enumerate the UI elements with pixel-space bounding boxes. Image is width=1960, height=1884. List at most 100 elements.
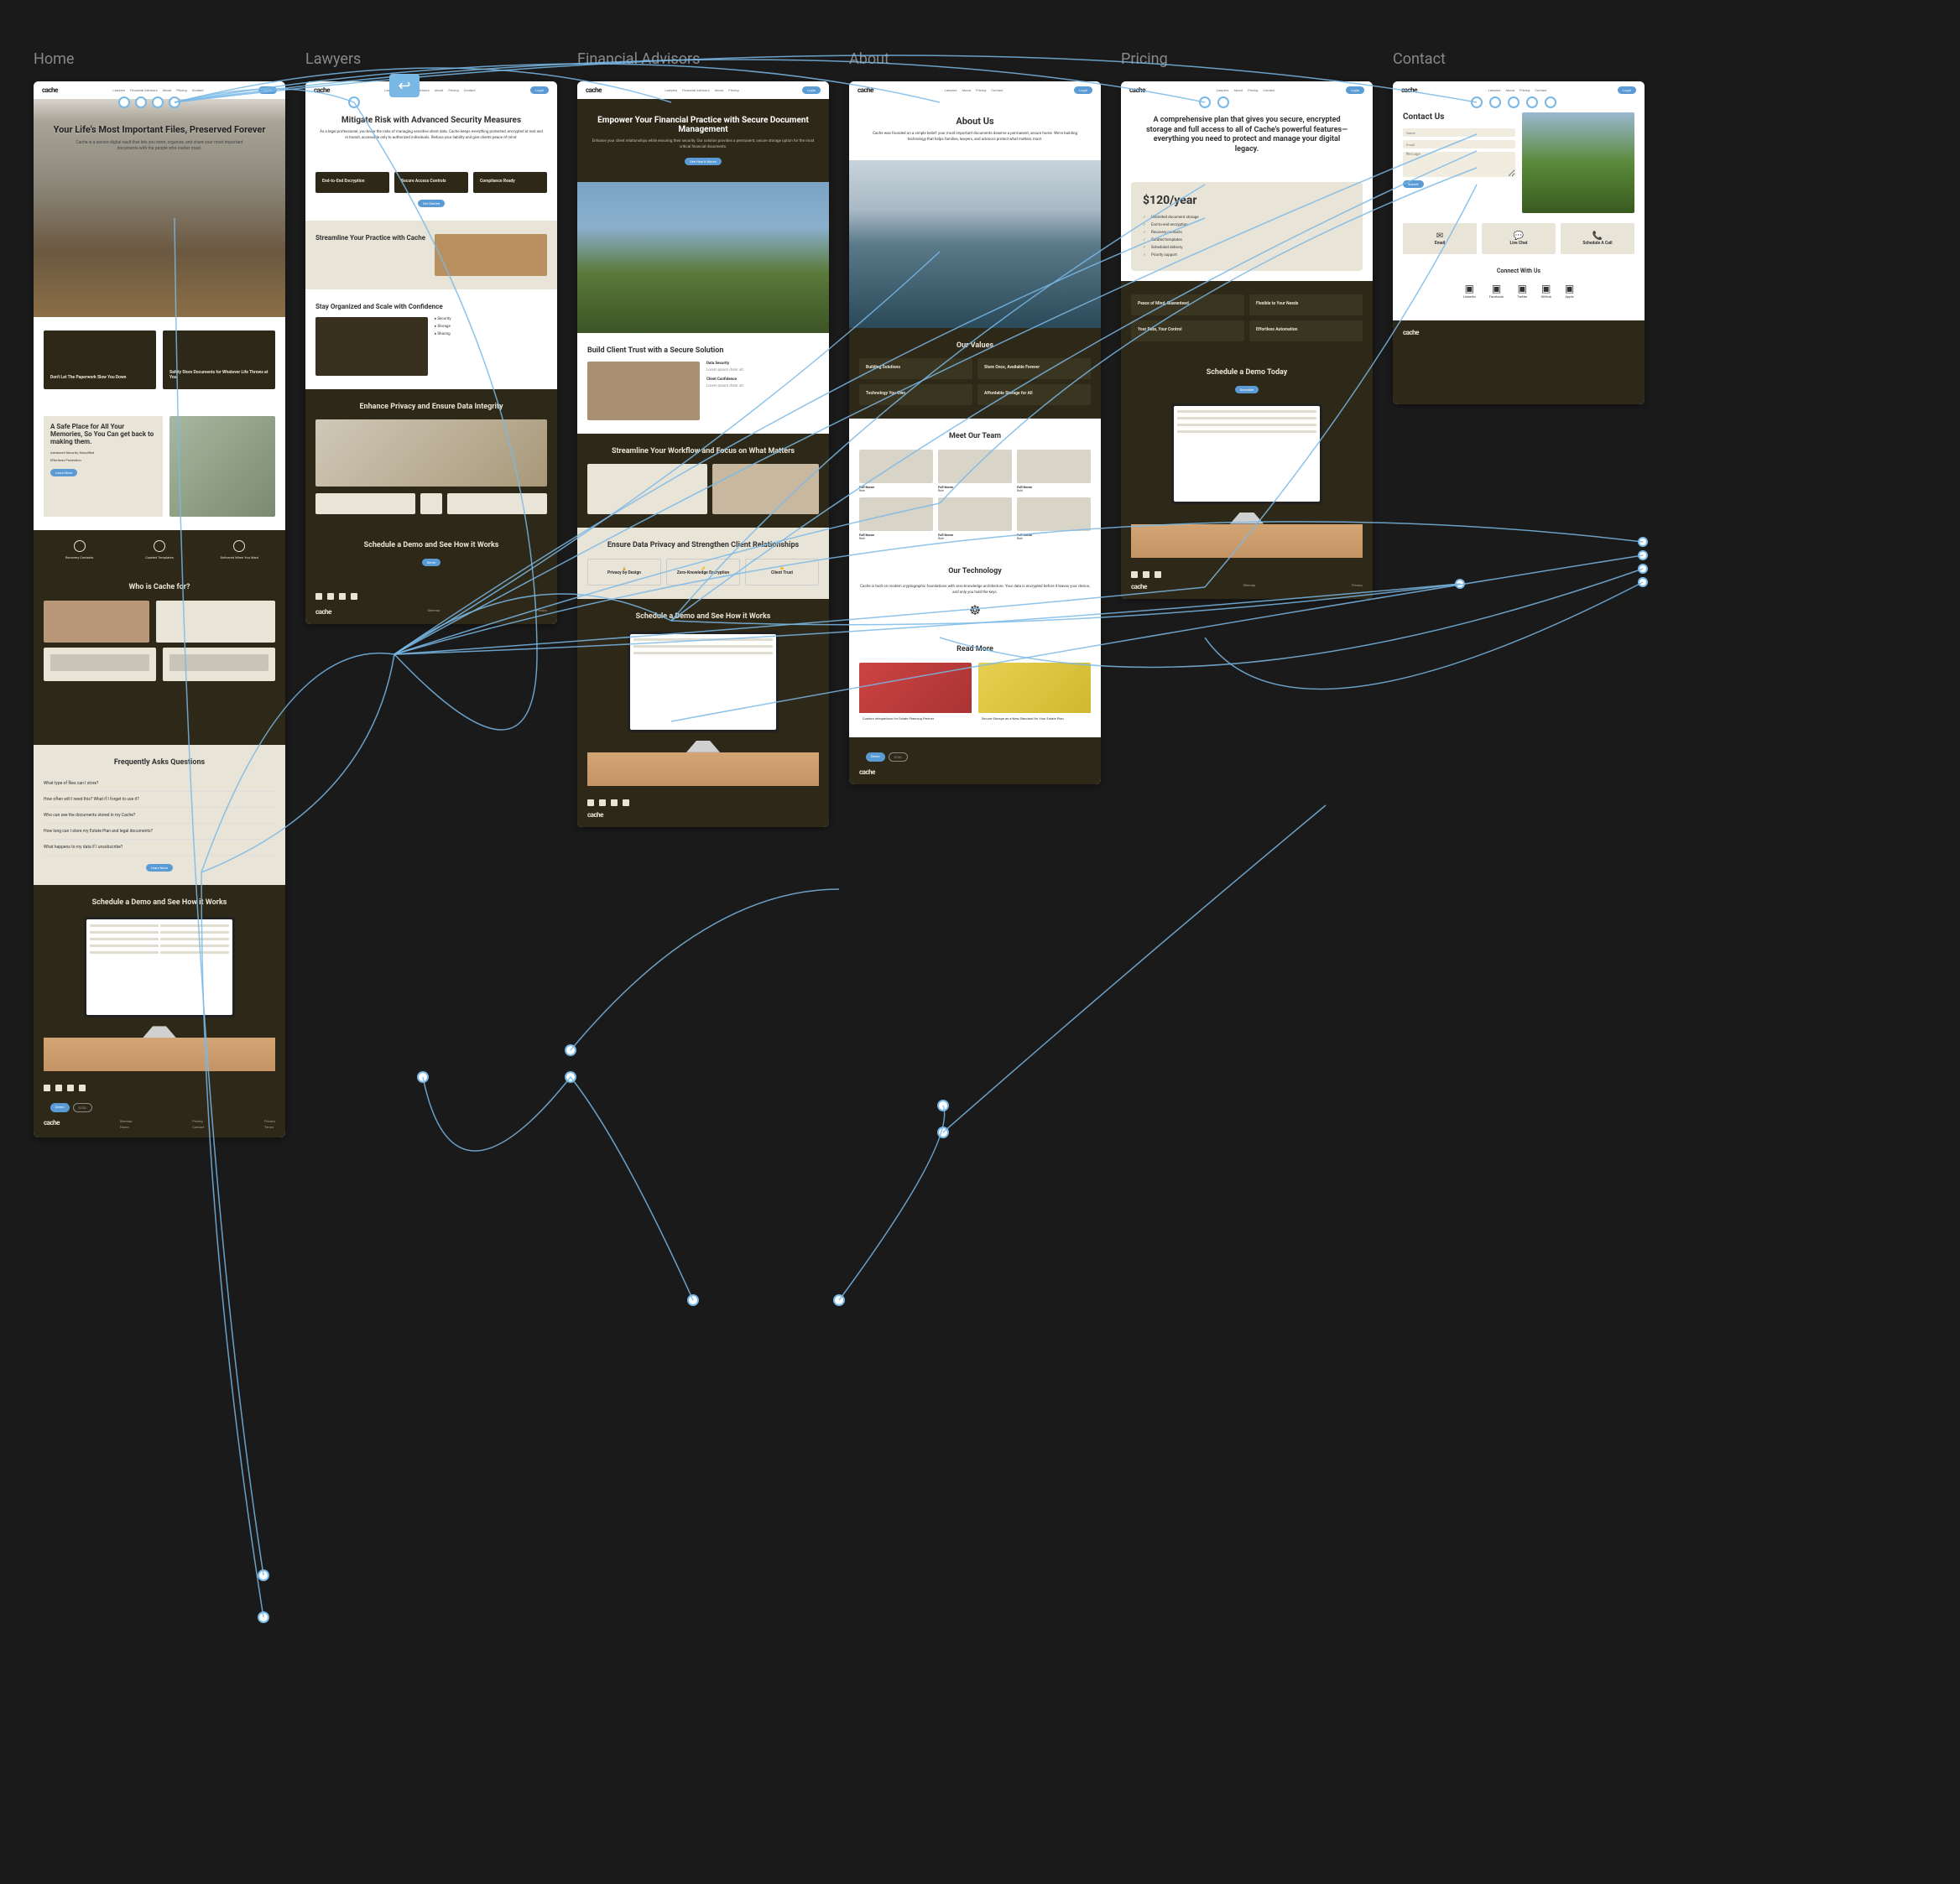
email-field[interactable]: [1403, 140, 1515, 148]
logo[interactable]: cache: [1129, 86, 1145, 94]
faq-item[interactable]: Who can see the documents stored in my C…: [44, 808, 275, 824]
footer-logo[interactable]: cache: [1131, 583, 1147, 591]
nav-link[interactable]: Contact: [991, 88, 1003, 92]
footer-logo[interactable]: cache: [859, 768, 875, 776]
footer-link[interactable]: Privacy: [264, 1119, 275, 1123]
page-financial[interactable]: cache Lawyers Financial Advisors About P…: [577, 81, 829, 827]
login-button[interactable]: Login: [530, 86, 549, 94]
linkedin-icon[interactable]: [339, 593, 346, 600]
footer-link[interactable]: Sitemap: [428, 608, 440, 612]
page-label-home[interactable]: Home: [34, 50, 285, 68]
audience-title[interactable]: Lawyers: [50, 673, 149, 678]
linkedin-icon[interactable]: [611, 799, 618, 806]
facebook-icon[interactable]: [1143, 571, 1149, 578]
social-linkedin[interactable]: ▣LinkedIn: [1463, 283, 1476, 299]
github-icon[interactable]: [315, 593, 322, 600]
price-pill[interactable]: $120: [73, 1103, 92, 1112]
social-facebook[interactable]: ▣Facebook: [1489, 283, 1504, 299]
submit-button[interactable]: Submit: [1403, 180, 1424, 188]
nav-link[interactable]: About: [163, 88, 172, 92]
footer-link[interactable]: Pricing: [192, 1119, 204, 1123]
linkedin-icon[interactable]: [1155, 571, 1161, 578]
nav-link[interactable]: Contact: [464, 88, 476, 92]
demo-button[interactable]: Demo: [422, 559, 441, 566]
nav-link[interactable]: Contact: [1263, 88, 1275, 92]
twitter-icon[interactable]: [623, 799, 629, 806]
logo[interactable]: cache: [1401, 86, 1417, 94]
nav-link[interactable]: About: [435, 88, 444, 92]
page-label-financial[interactable]: Financial Advisors: [577, 50, 829, 68]
linkedin-icon[interactable]: [67, 1085, 74, 1091]
nav-link[interactable]: Financial Advisors: [130, 88, 158, 92]
cta-button[interactable]: See How It Works: [685, 158, 721, 165]
nav-link[interactable]: Contact: [192, 88, 204, 92]
blog-card[interactable]: Secure Storage as a New Standard for You…: [978, 663, 1091, 724]
price-pill[interactable]: $120: [889, 752, 908, 762]
logo[interactable]: cache: [42, 86, 58, 94]
page-pricing[interactable]: cache Lawyers About Pricing Contact Logi…: [1121, 81, 1373, 599]
faq-item[interactable]: What type of files can I store?: [44, 776, 275, 792]
page-label-contact[interactable]: Contact: [1393, 50, 1645, 68]
nav-link[interactable]: Lawyers: [1488, 88, 1501, 92]
nav-link[interactable]: Pricing: [976, 88, 986, 92]
nav-link[interactable]: Pricing: [176, 88, 186, 92]
nav-link[interactable]: Pricing: [1520, 88, 1530, 92]
nav-link[interactable]: Pricing: [448, 88, 458, 92]
login-button[interactable]: Login: [1074, 86, 1092, 94]
nav-link[interactable]: Lawyers: [112, 88, 125, 92]
footer-logo[interactable]: cache: [44, 1119, 60, 1129]
footer-link[interactable]: Home: [120, 1125, 133, 1129]
contact-method-chat[interactable]: 💬 Live Chat: [1482, 223, 1556, 254]
page-label-pricing[interactable]: Pricing: [1121, 50, 1373, 68]
nav-link[interactable]: Lawyers: [1217, 88, 1229, 92]
facebook-icon[interactable]: [599, 799, 606, 806]
logo[interactable]: cache: [314, 86, 330, 94]
message-field[interactable]: [1403, 152, 1515, 177]
login-button[interactable]: Login: [1618, 86, 1636, 94]
faq-cta-button[interactable]: Learn More: [146, 864, 173, 872]
demo-button[interactable]: Schedule: [1235, 386, 1259, 393]
demo-pill[interactable]: Demo: [50, 1103, 70, 1112]
github-icon[interactable]: [1131, 571, 1138, 578]
social-github[interactable]: ▣GitHub: [1541, 283, 1551, 299]
nav-link[interactable]: About: [1505, 88, 1514, 92]
nav-link[interactable]: About: [962, 88, 971, 92]
demo-pill[interactable]: Demo: [866, 752, 885, 762]
footer-link[interactable]: Contact: [192, 1125, 204, 1129]
nav-link[interactable]: Pricing: [1248, 88, 1258, 92]
page-label-about[interactable]: About: [849, 50, 1101, 68]
footer-link[interactable]: Privacy: [1352, 583, 1363, 587]
facebook-icon[interactable]: [327, 593, 334, 600]
nav-link[interactable]: Lawyers: [665, 88, 677, 92]
page-about[interactable]: cache Lawyers About Pricing Contact Logi…: [849, 81, 1101, 784]
blog-card[interactable]: Custom Integrations for Estate Planning …: [859, 663, 972, 724]
twitter-icon[interactable]: [79, 1085, 86, 1091]
page-lawyers[interactable]: cache Lawyers Financial Advisors About P…: [305, 81, 557, 624]
nav-link[interactable]: About: [1233, 88, 1243, 92]
page-label-lawyers[interactable]: Lawyers: [305, 50, 557, 68]
facebook-icon[interactable]: [55, 1085, 62, 1091]
get-started-button[interactable]: Get Started: [418, 200, 445, 207]
login-button[interactable]: Login: [258, 86, 277, 94]
faq-item[interactable]: How long can I store my Estate Plan and …: [44, 824, 275, 840]
login-button[interactable]: Login: [802, 86, 821, 94]
back-button[interactable]: ↩: [389, 74, 420, 97]
name-field[interactable]: [1403, 128, 1515, 137]
github-icon[interactable]: [44, 1085, 50, 1091]
footer-logo[interactable]: cache: [587, 811, 603, 819]
nav-link[interactable]: Contact: [1535, 88, 1546, 92]
footer-link[interactable]: Sitemap: [1243, 583, 1256, 587]
logo[interactable]: cache: [586, 86, 602, 94]
contact-method-call[interactable]: 📞 Schedule A Call: [1561, 223, 1634, 254]
nav-link[interactable]: Financial Advisors: [682, 88, 710, 92]
nav-link[interactable]: Pricing: [728, 88, 738, 92]
page-contact[interactable]: cache Lawyers About Pricing Contact Logi…: [1393, 81, 1645, 404]
audience-title[interactable]: Financial Advisors: [169, 673, 268, 678]
contact-method-email[interactable]: ✉ Email: [1403, 223, 1477, 254]
login-button[interactable]: Login: [1346, 86, 1364, 94]
footer-logo[interactable]: cache: [1403, 329, 1419, 336]
faq-item[interactable]: How often will I need this? What if I fo…: [44, 792, 275, 808]
faq-item[interactable]: What happens to my data if I unsubscribe…: [44, 840, 275, 856]
footer-link[interactable]: Sitemap: [120, 1119, 133, 1123]
github-icon[interactable]: [587, 799, 594, 806]
